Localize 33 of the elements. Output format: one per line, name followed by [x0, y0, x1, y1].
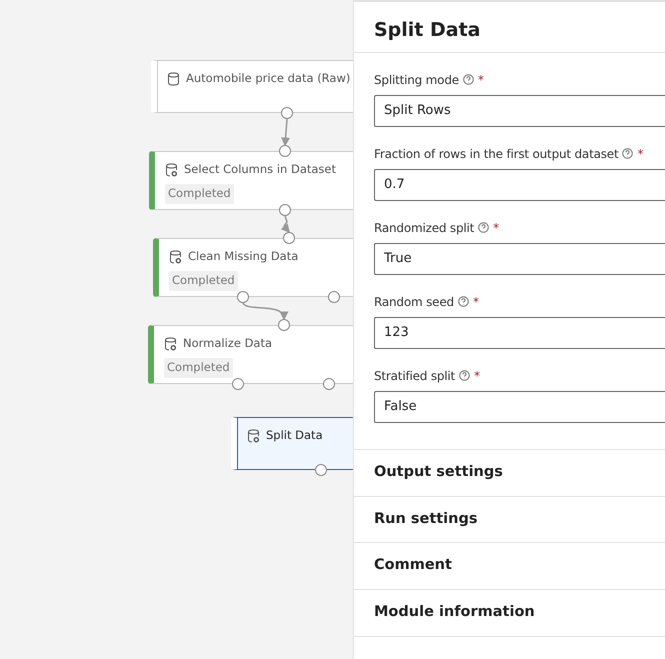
input-field[interactable]: Split Rows [374, 94, 665, 127]
section-header[interactable]: Module information [354, 590, 665, 637]
status-tag: Completed [165, 184, 234, 204]
module-node[interactable]: Select Columns in Dataset Completed [149, 151, 355, 210]
module-node[interactable]: Clean Missing Data Completed [153, 238, 355, 297]
field-label: Randomized split [374, 220, 474, 237]
panel-title: Split Data [354, 2, 665, 53]
field-label: Random seed [374, 294, 454, 311]
section-header[interactable]: Comment [354, 543, 665, 590]
module-node[interactable]: Split Data [231, 417, 355, 470]
required-mark: * [637, 146, 644, 163]
field-label: Splitting mode [374, 72, 459, 89]
module-node[interactable]: Automobile price data (Raw) [151, 60, 355, 113]
section-header[interactable]: Run settings [354, 496, 665, 544]
node-title: Normalize Data [183, 335, 272, 352]
node-title: Select Columns in Dataset [184, 161, 336, 178]
required-mark: * [493, 220, 499, 237]
input-field[interactable]: 0.7 [374, 168, 665, 201]
required-mark: * [472, 294, 479, 311]
required-mark: * [474, 368, 480, 385]
required-mark: * [478, 72, 484, 89]
input-field[interactable]: False [374, 390, 665, 423]
node-title: Clean Missing Data [188, 248, 298, 265]
field-label: Stratified split [374, 368, 456, 385]
input-field[interactable]: 123 [374, 316, 665, 349]
node-title: Automobile price data (Raw) [186, 70, 350, 87]
field-label: Fraction of rows in the first output dataset [374, 146, 618, 163]
status-tag: Completed [169, 271, 238, 290]
module-node[interactable]: Normalize Data Completed [148, 325, 355, 384]
section-header[interactable]: Output settings [354, 450, 665, 497]
input-field[interactable]: True [374, 242, 665, 275]
status-tag: Completed [164, 358, 233, 378]
node-title: Split Data [266, 427, 323, 444]
